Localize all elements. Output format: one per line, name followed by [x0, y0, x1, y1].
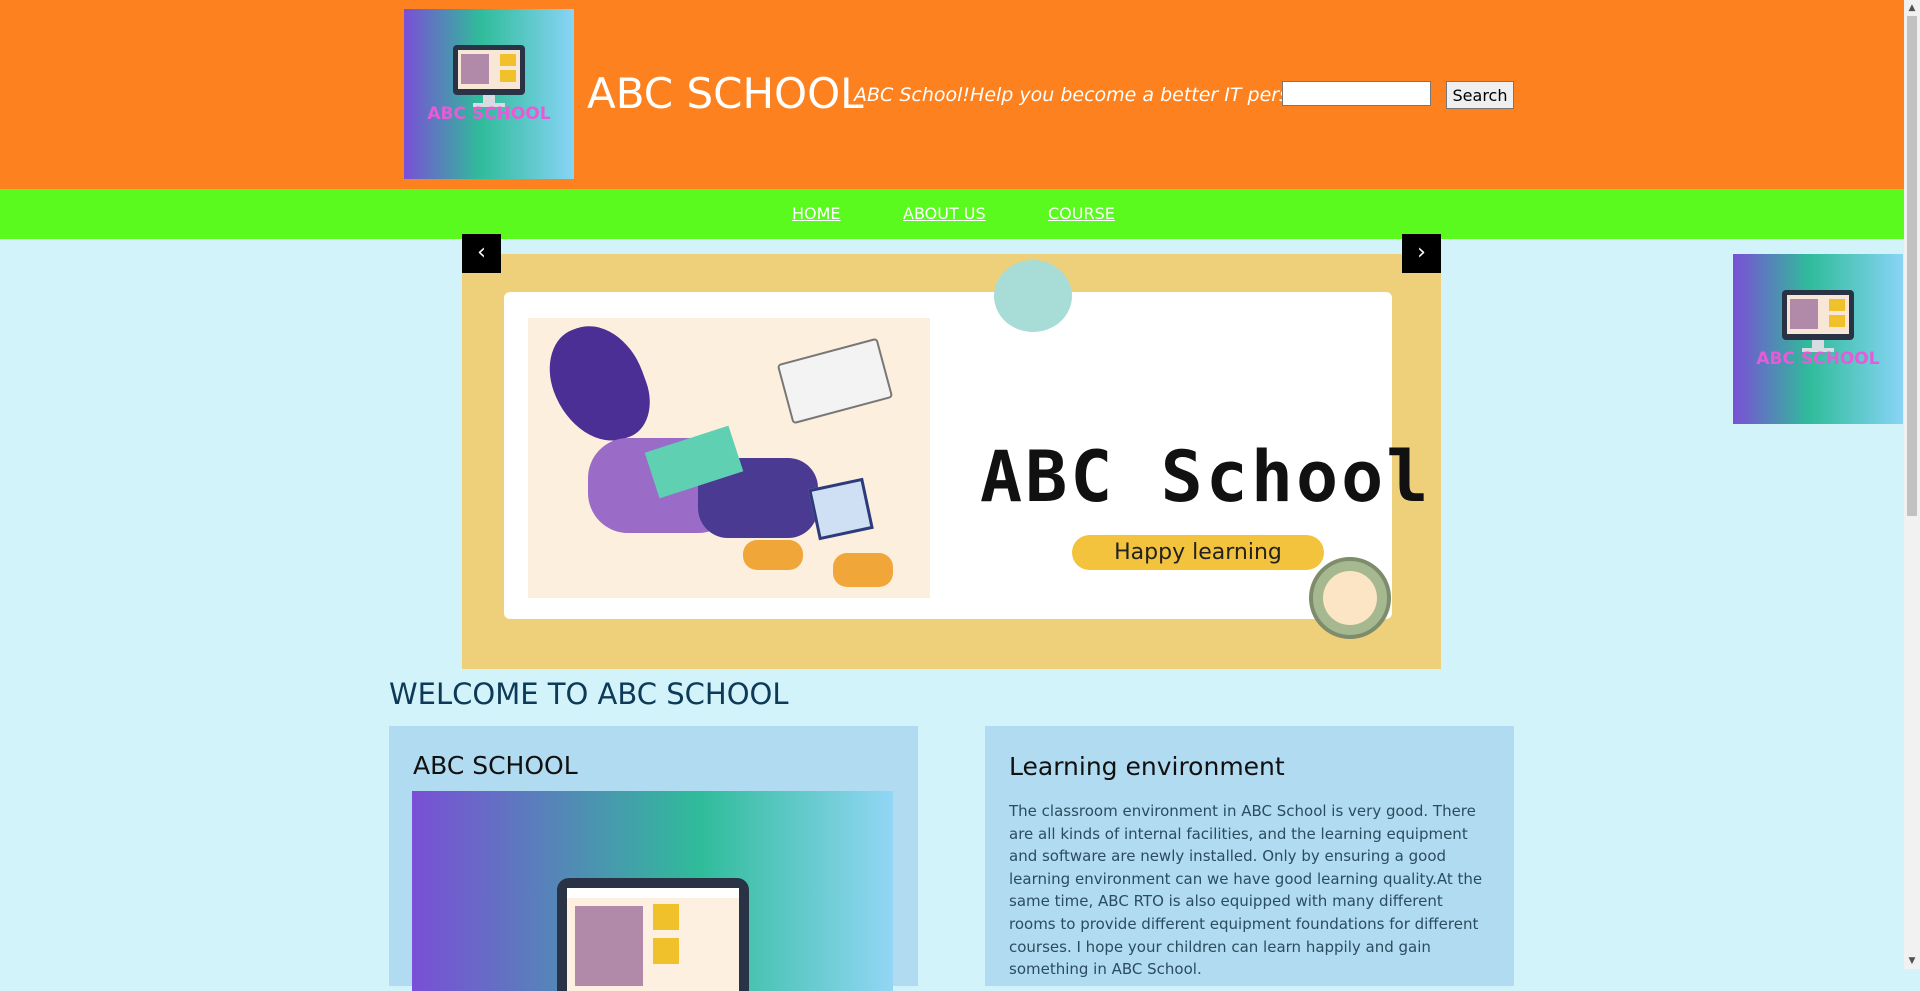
logo-text: ABC SCHOOL — [427, 104, 551, 124]
nav-course[interactable]: COURSE — [1048, 204, 1115, 224]
site-title: ABC SCHOOL — [587, 69, 864, 118]
card-title: Learning environment — [1009, 752, 1285, 781]
welcome-heading: WELCOME TO ABC SCHOOL — [389, 677, 789, 711]
card-abc-school: ABC SCHOOL — [389, 726, 918, 991]
banner-title: ABC School — [980, 436, 1432, 518]
tape-roll-icon — [994, 260, 1072, 332]
scroll-up-icon[interactable]: ▲ — [1904, 0, 1920, 16]
slogan: ABC School!Help you become a better IT p… — [854, 84, 1321, 106]
slider-next-button[interactable]: › — [1402, 234, 1441, 273]
side-school-logo[interactable]: ABC SCHOOL — [1733, 254, 1903, 424]
banner-stamp: ABC School Happy learning — [504, 260, 1428, 639]
slider-prev-button[interactable]: ‹ — [462, 234, 501, 273]
school-banner-image — [412, 791, 893, 991]
search-input[interactable] — [1282, 81, 1431, 106]
site-header: ABC SCHOOL ABC SCHOOL ABC School!Help yo… — [0, 0, 1904, 189]
girl-reading-illustration — [528, 312, 930, 598]
card-title: ABC SCHOOL — [413, 751, 578, 780]
card-learning-environment: Learning environment The classroom envir… — [985, 726, 1514, 986]
school-logo[interactable]: ABC SCHOOL — [404, 9, 574, 179]
monitor-icon — [557, 878, 749, 991]
monitor-icon — [453, 45, 525, 95]
nav-home[interactable]: HOME — [792, 204, 841, 224]
search-button[interactable]: Search — [1446, 81, 1514, 109]
monitor-icon — [1782, 290, 1854, 340]
banner-slider: ABC School Happy learning — [462, 254, 1441, 669]
scroll-down-icon[interactable]: ▼ — [1904, 953, 1920, 969]
nav-about-us[interactable]: ABOUT US — [903, 204, 986, 224]
main-nav: HOME ABOUT US COURSE — [0, 189, 1904, 239]
card-text: The classroom environment in ABC School … — [1009, 802, 1483, 979]
banner-subtitle: Happy learning — [1072, 535, 1324, 570]
scroll-thumb[interactable] — [1907, 16, 1917, 516]
alarm-clock-icon — [1309, 557, 1391, 639]
page-scrollbar[interactable]: ▲ ▼ — [1904, 0, 1920, 969]
side-logo-text: ABC SCHOOL — [1756, 349, 1880, 369]
